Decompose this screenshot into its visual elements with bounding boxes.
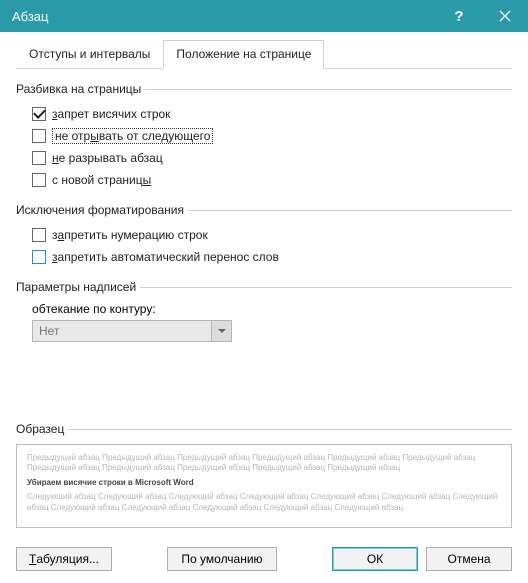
checkbox-icon <box>32 129 46 143</box>
chevron-down-icon <box>211 321 231 341</box>
tab-position[interactable]: Положение на странице <box>163 40 324 69</box>
tab-strip: Отступы и интервалы Положение на страниц… <box>16 40 512 69</box>
titlebar: Абзац ? <box>0 0 528 32</box>
checkbox-icon <box>32 173 46 187</box>
checkbox-widow-control[interactable]: запрет висячих строк <box>32 104 512 124</box>
checkbox-icon <box>32 250 46 264</box>
help-button[interactable]: ? <box>436 0 482 32</box>
preview-next-text: Следующий абзац Следующий абзац Следующи… <box>27 492 501 513</box>
checkbox-label: не разрывать абзац <box>52 151 163 165</box>
checkbox-suppress-line-numbers[interactable]: запретить нумерацию строк <box>32 225 512 245</box>
tab-indents[interactable]: Отступы и интервалы <box>16 40 163 68</box>
group-preview-title: Образец <box>16 422 512 436</box>
group-pagination-title: Разбивка на страницы <box>16 82 512 96</box>
tabs-button[interactable]: Табуляция... <box>16 547 112 571</box>
checkbox-label: не отрывать от следующего <box>52 128 213 144</box>
dialog-content: Отступы и интервалы Положение на страниц… <box>0 32 528 528</box>
checkbox-keep-with-next[interactable]: не отрывать от следующего <box>32 126 512 146</box>
preview-prev-text: Предыдущий абзац Предыдущий абзац Предыд… <box>27 453 501 474</box>
checkbox-suppress-hyphenation[interactable]: запретить автоматический перенос слов <box>32 247 512 267</box>
dialog-footer: Табуляция... По умолчанию ОК Отмена <box>0 535 528 583</box>
checkbox-page-break-before[interactable]: с новой страницы <box>32 170 512 190</box>
checkbox-label: с новой страницы <box>52 173 151 187</box>
checkbox-icon <box>32 151 46 165</box>
group-caption-title: Параметры надписей <box>16 280 512 294</box>
group-exceptions-title: Исключения форматирования <box>16 203 512 217</box>
checkbox-icon <box>32 228 46 242</box>
preview-sample-text: Убираем висячие строки в Microsoft Word <box>27 478 501 488</box>
checkbox-label: запретить автоматический перенос слов <box>52 250 279 264</box>
checkbox-label: запрет висячих строк <box>52 107 170 121</box>
wrap-label: обтекание по контуру: <box>32 302 512 316</box>
close-button[interactable] <box>482 0 528 32</box>
wrap-combo-value: Нет <box>33 324 211 338</box>
checkbox-icon <box>32 107 46 121</box>
checkbox-keep-lines-together[interactable]: не разрывать абзац <box>32 148 512 168</box>
checkbox-label: запретить нумерацию строк <box>52 228 208 242</box>
ok-button[interactable]: ОК <box>332 547 418 571</box>
cancel-button[interactable]: Отмена <box>426 547 512 571</box>
default-button[interactable]: По умолчанию <box>167 547 277 571</box>
window-title: Абзац <box>12 9 436 24</box>
preview-box: Предыдущий абзац Предыдущий абзац Предыд… <box>16 444 512 528</box>
wrap-combo[interactable]: Нет <box>32 320 232 342</box>
